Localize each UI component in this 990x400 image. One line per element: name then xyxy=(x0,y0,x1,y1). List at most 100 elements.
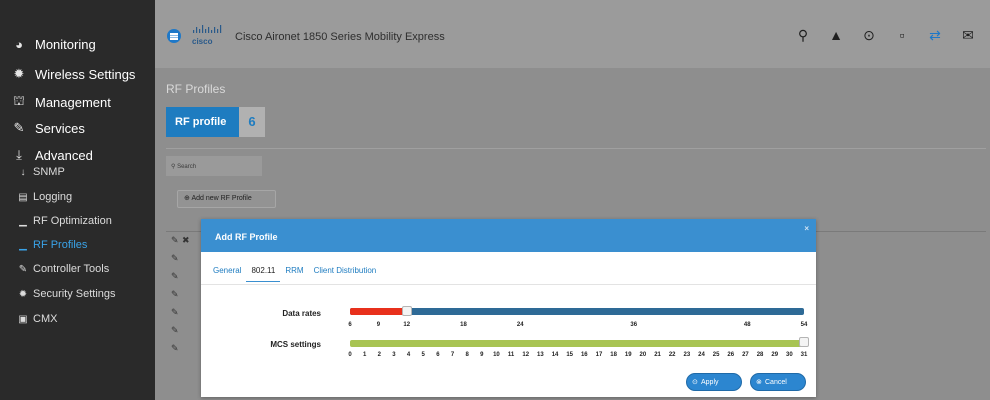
cancel-label: Cancel xyxy=(765,379,787,386)
apply-button[interactable]: ⊙ Apply xyxy=(686,373,742,391)
mcs-tick: 28 xyxy=(756,352,764,358)
mcs-tick: 11 xyxy=(507,352,515,358)
sidebar-subitem-label: Security Settings xyxy=(33,288,116,300)
mcs-tick: 30 xyxy=(786,352,793,358)
edit-icon[interactable]: ✎ xyxy=(171,253,179,264)
sidebar-item-label: Management xyxy=(35,94,111,110)
sidebar-subitem-logging[interactable]: ▤ Logging xyxy=(17,191,72,203)
mcs-tick: 26 xyxy=(727,352,735,358)
mcs-settings-label: MCS settings xyxy=(270,340,321,349)
tab-80211[interactable]: 802.11 xyxy=(246,263,281,282)
data-rates-disabled-range xyxy=(350,308,407,315)
mcs-tick: 1 xyxy=(362,352,367,358)
sidebar-item-monitoring[interactable]: ◕ Monitoring xyxy=(10,37,96,52)
edit-icon[interactable]: ✎ xyxy=(171,307,179,318)
sidebar-item-label: Services xyxy=(35,120,85,136)
mcs-tick: 5 xyxy=(421,352,425,358)
mcs-tick: 29 xyxy=(771,352,779,358)
modal-title: Add RF Profile xyxy=(215,232,278,242)
close-icon[interactable]: × xyxy=(804,224,809,233)
mcs-tick: 23 xyxy=(683,352,691,358)
mcs-tick: 9 xyxy=(480,352,484,358)
mcs-tick: 4 xyxy=(406,352,411,358)
check-circle-icon: ⊙ xyxy=(692,379,698,386)
mcs-tick: 15 xyxy=(566,352,574,358)
tabs-divider xyxy=(201,284,816,285)
tab-general[interactable]: General xyxy=(208,263,246,282)
mcs-tick: 2 xyxy=(377,352,381,358)
mcs-tick: 8 xyxy=(465,352,469,358)
sidebar-subitem-security-settings[interactable]: ✹ Security Settings xyxy=(17,288,116,300)
add-icon: ⊕ xyxy=(184,195,190,202)
cmx-icon: ▣ xyxy=(18,313,28,325)
sidebar-item-wireless-settings[interactable]: ✹ Wireless Settings xyxy=(10,66,136,82)
sidebar-subitem-rf-optimization[interactable]: ▁ RF Optimization xyxy=(17,215,112,227)
data-rates-slider[interactable] xyxy=(350,308,804,315)
gear-icon: ✹ xyxy=(18,288,28,300)
save-icon[interactable]: ▫ xyxy=(894,27,910,44)
data-rate-tick: 6 xyxy=(348,322,352,328)
mcs-tick: 20 xyxy=(639,352,647,358)
sidebar-subitem-snmp[interactable]: ↓ SNMP xyxy=(17,166,65,178)
sidebar-subitem-label: Controller Tools xyxy=(33,263,110,275)
download-icon: ⤓ xyxy=(16,147,22,162)
management-icon: ⛫ xyxy=(13,93,25,108)
search-icon[interactable]: ⚲ xyxy=(795,27,811,44)
rf-profile-count: 6 xyxy=(239,107,265,137)
transfer-icon[interactable]: ⇄ xyxy=(927,27,943,44)
top-bar: cisco Cisco Aironet 1850 Series Mobility… xyxy=(155,0,990,68)
add-rf-profile-modal: Add RF Profile × General 802.11 RRM Clie… xyxy=(201,219,816,397)
data-rate-tick: 54 xyxy=(800,322,808,328)
sidebar-subitem-cmx[interactable]: ▣ CMX xyxy=(17,313,57,325)
page-title: RF Profiles xyxy=(166,82,226,96)
mcs-tick: 0 xyxy=(348,352,352,358)
sidebar-item-management[interactable]: ⛫ Management xyxy=(10,93,111,111)
mcs-tick: 24 xyxy=(698,352,705,358)
mcs-tick: 21 xyxy=(654,352,661,358)
sidebar-subitem-label: Logging xyxy=(33,191,73,203)
modal-tabs: General 802.11 RRM Client Distribution xyxy=(208,263,381,282)
alert-icon[interactable]: ▲ xyxy=(828,27,844,44)
mcs-tick: 16 xyxy=(580,352,588,358)
sidebar-item-label: Wireless Settings xyxy=(35,66,136,82)
sidebar-subitem-label: CMX xyxy=(33,313,58,325)
data-rates-slider-handle[interactable] xyxy=(401,306,412,316)
sidebar-subitem-label: RF Optimization xyxy=(33,215,112,227)
dashboard-icon: ◕ xyxy=(15,37,23,52)
download-icon[interactable]: ⊙ xyxy=(861,27,877,44)
mcs-tick: 17 xyxy=(595,352,603,358)
mcs-tick: 18 xyxy=(610,352,617,358)
tab-rrm[interactable]: RRM xyxy=(280,263,308,282)
mcs-settings-slider[interactable] xyxy=(350,340,804,347)
mcs-tick: 14 xyxy=(551,352,559,358)
mcs-tick: 25 xyxy=(712,352,720,358)
data-rate-tick: 18 xyxy=(460,322,467,328)
signal-icon: ▁ xyxy=(19,239,27,251)
mcs-tick: 7 xyxy=(450,352,455,358)
cancel-button[interactable]: ⊗ Cancel xyxy=(750,373,806,391)
edit-icon[interactable]: ✎ xyxy=(171,271,179,282)
edit-icon[interactable]: ✎ xyxy=(171,343,179,354)
apply-label: Apply xyxy=(701,379,719,386)
tab-client-distribution[interactable]: Client Distribution xyxy=(309,263,382,282)
wrench-icon: ✎ xyxy=(13,120,25,135)
mail-icon[interactable]: ✉ xyxy=(960,27,976,44)
sidebar-subitem-rf-profiles[interactable]: ▁ RF Profiles xyxy=(17,239,87,251)
mcs-tick: 22 xyxy=(668,352,676,358)
delete-icon[interactable]: ✖ xyxy=(182,235,190,246)
sidebar-item-label: Advanced xyxy=(35,147,93,163)
sidebar-subitem-controller-tools[interactable]: ✎ Controller Tools xyxy=(17,263,109,275)
edit-icon[interactable]: ✎ xyxy=(171,289,179,300)
mcs-tick: 10 xyxy=(493,352,500,358)
mcs-tick: 12 xyxy=(522,352,530,358)
menu-icon[interactable] xyxy=(167,29,181,43)
edit-icon[interactable]: ✎ xyxy=(171,325,179,336)
search-input[interactable]: ⚲ Search xyxy=(166,156,262,176)
edit-icon[interactable]: ✎ xyxy=(171,235,179,246)
sidebar-item-services[interactable]: ✎ Services xyxy=(10,120,85,136)
add-rf-profile-button[interactable]: ⊕ Add new RF Profile xyxy=(177,190,276,208)
mcs-slider-handle[interactable] xyxy=(799,337,809,347)
wrench-icon: ✎ xyxy=(18,263,28,275)
sidebar-subitem-label: SNMP xyxy=(33,166,65,178)
sidebar-item-advanced[interactable]: ⤓ Advanced xyxy=(10,147,93,163)
